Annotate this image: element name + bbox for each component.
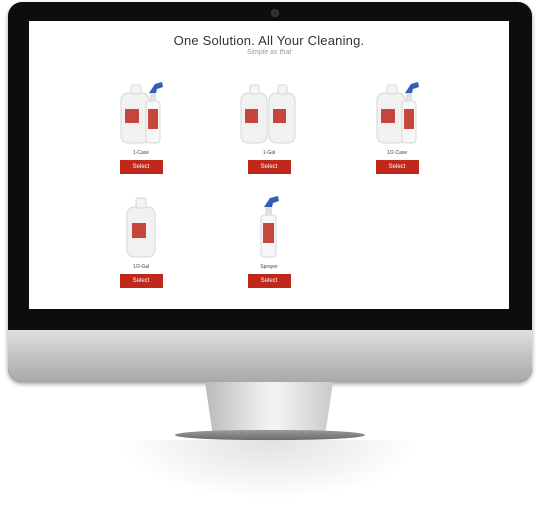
product-card-1-case: 1-Case Select	[91, 79, 191, 174]
product-label: 1/2-Gal	[132, 264, 150, 270]
product-label: Sprayer	[260, 264, 278, 270]
page-subheadline: Simple as that	[246, 49, 292, 56]
spray-bottle-icon	[219, 193, 319, 259]
floor-reflection	[120, 440, 420, 500]
product-card-half-gal: 1/2-Gal Select	[91, 193, 191, 288]
product-label: 1/2-Case	[386, 150, 408, 156]
monitor-stand	[205, 382, 333, 434]
page-headline: One Solution. All Your Cleaning.	[173, 33, 365, 48]
product-card-1-gal: 1-Gal Select	[219, 79, 319, 174]
select-button-1-case[interactable]: Select	[119, 160, 163, 174]
select-button-1-gal[interactable]: Select	[247, 160, 291, 174]
jug-and-spray-bottle-icon	[91, 79, 191, 145]
gallon-jug-icon	[91, 193, 191, 259]
jug-and-spray-bottle-icon	[347, 79, 447, 145]
monitor-stand-base	[175, 430, 365, 440]
camera-icon	[271, 9, 279, 17]
two-gallon-jugs-icon	[219, 79, 319, 145]
product-label: 1-Case	[132, 150, 150, 156]
select-button-sprayer[interactable]: Select	[247, 274, 291, 288]
select-button-half-gal[interactable]: Select	[119, 274, 163, 288]
product-card-sprayer: Sprayer Select	[219, 193, 319, 288]
select-button-half-case[interactable]: Select	[375, 160, 419, 174]
screen: One Solution. All Your Cleaning. Simple …	[29, 21, 509, 309]
product-card-half-case: 1/2-Case Select	[347, 79, 447, 174]
product-label: 1-Gal	[262, 150, 276, 156]
monitor-chin	[8, 330, 532, 382]
